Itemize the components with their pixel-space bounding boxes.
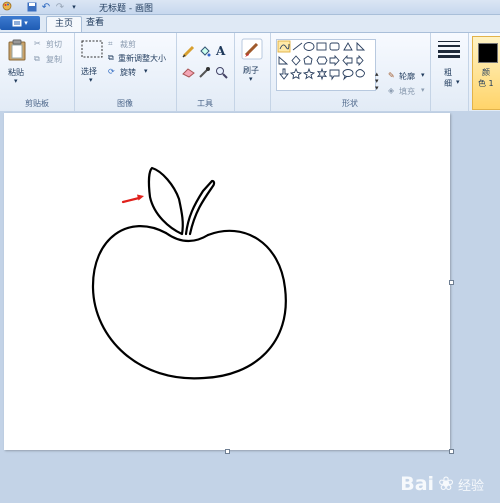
fill-dropdown-icon: ▾ bbox=[421, 86, 425, 94]
resize-handle-bottom[interactable] bbox=[225, 449, 230, 454]
rotate-dropdown-icon: ▾ bbox=[144, 67, 148, 75]
pencil-icon[interactable] bbox=[182, 45, 195, 58]
resize-handle-right[interactable] bbox=[449, 280, 454, 285]
resize-button[interactable]: ⧉ 重新调整大小 bbox=[108, 53, 174, 65]
magnifier-icon[interactable] bbox=[215, 66, 228, 79]
fill-label: 填充 bbox=[399, 87, 415, 96]
apple-drawing bbox=[91, 166, 287, 380]
shapes-scroll[interactable]: ▴ ▾ ▾ bbox=[375, 71, 383, 95]
paint-menu-button[interactable]: ▾ bbox=[0, 16, 40, 30]
save-icon[interactable] bbox=[26, 1, 38, 13]
chevron-down-icon: ▾ bbox=[24, 19, 28, 27]
outline-brush-icon: ✎ bbox=[388, 71, 395, 80]
title-bar: ↶ ↷ ▾ 无标题 - 画图 bbox=[0, 0, 500, 15]
color1-swatch bbox=[478, 43, 498, 63]
color-picker-icon[interactable] bbox=[198, 66, 211, 79]
eraser-icon[interactable] bbox=[182, 67, 195, 78]
size-label-line2: 细 bbox=[444, 79, 452, 88]
paintbrush-icon bbox=[241, 38, 263, 60]
tab-view[interactable]: 查看 bbox=[78, 16, 112, 32]
copy-icon: ⧉ bbox=[34, 54, 40, 63]
outline-dropdown-icon: ▾ bbox=[421, 71, 425, 79]
red-arrow-annotation bbox=[121, 194, 144, 204]
customize-toolbar-icon[interactable]: ▾ bbox=[68, 1, 80, 13]
fill-button[interactable]: ◈ 填充 ▾ bbox=[388, 86, 430, 98]
fill-bucket-small-icon: ◈ bbox=[388, 86, 395, 95]
color1-label-line1: 颜 bbox=[482, 68, 490, 77]
outline-button[interactable]: ✎ 轮廓 ▾ bbox=[388, 71, 430, 83]
select-rectangle-icon bbox=[81, 40, 103, 58]
rotate-label: 旋转 bbox=[120, 68, 136, 77]
paw-icon: ❀ bbox=[438, 473, 454, 495]
cut-button[interactable]: ✂ 剪切 bbox=[34, 39, 70, 51]
clipboard-icon bbox=[8, 39, 26, 61]
cut-label: 剪切 bbox=[46, 40, 62, 49]
color1-button[interactable]: 颜 色 1 bbox=[472, 36, 500, 110]
drawing-canvas[interactable] bbox=[4, 113, 450, 450]
size-group: 粗 细 ▾ bbox=[430, 33, 469, 111]
crop-button[interactable]: ⌗ 裁剪 bbox=[108, 39, 172, 51]
rotate-button[interactable]: ⟳ 旋转 ▾ bbox=[108, 67, 172, 79]
select-button[interactable]: 选择 ▾ bbox=[78, 37, 106, 87]
paste-button[interactable]: 粘贴 ▾ bbox=[4, 37, 30, 87]
size-dropdown-icon: ▾ bbox=[456, 78, 460, 86]
size-button[interactable]: 粗 细 ▾ bbox=[434, 37, 464, 99]
brushes-group: 刷子 ▾ bbox=[234, 33, 271, 111]
shapes-gallery-icons bbox=[277, 40, 366, 81]
brushes-dropdown-icon: ▾ bbox=[249, 75, 253, 83]
size-label-line1: 粗 bbox=[444, 68, 452, 77]
line-width-icon bbox=[438, 41, 460, 58]
scissors-icon: ✂ bbox=[34, 39, 41, 48]
clipboard-group: 粘贴 ▾ ✂ 剪切 ⧉ 复制 剪贴板 bbox=[0, 33, 75, 111]
color1-label-line2: 色 1 bbox=[478, 79, 494, 88]
paste-dropdown-icon: ▾ bbox=[14, 77, 18, 85]
shapes-group-label: 形状 bbox=[342, 99, 358, 108]
brushes-button[interactable]: 刷子 ▾ bbox=[237, 36, 267, 94]
baidu-watermark: Bai ❀ 经验 bbox=[400, 473, 484, 495]
copy-button[interactable]: ⧉ 复制 bbox=[34, 54, 70, 66]
tab-home[interactable]: 主页 bbox=[46, 16, 83, 33]
paint-app-icon[interactable] bbox=[2, 1, 12, 11]
tools-group-label: 工具 bbox=[197, 99, 213, 108]
copy-label: 复制 bbox=[46, 55, 62, 64]
clipboard-group-label: 剪贴板 bbox=[25, 99, 49, 108]
crop-label: 裁剪 bbox=[120, 40, 136, 49]
image-group: 选择 ▾ ⌗ 裁剪 ⧉ 重新调整大小 ⟳ 旋转 ▾ 图像 bbox=[74, 33, 177, 111]
watermark-text: Bai bbox=[400, 473, 435, 495]
crop-icon: ⌗ bbox=[108, 39, 113, 48]
image-group-label: 图像 bbox=[117, 99, 133, 108]
tools-group: A 工具 bbox=[176, 33, 235, 111]
redo-icon[interactable]: ↷ bbox=[54, 1, 66, 13]
ribbon: 粘贴 ▾ ✂ 剪切 ⧉ 复制 剪贴板 选择 ▾ ⌗ 裁剪 ⧉ 重新调整大小 ⟳ … bbox=[0, 32, 500, 112]
select-dropdown-icon: ▾ bbox=[89, 76, 93, 84]
gallery-expand-icon[interactable]: ▾ bbox=[375, 85, 383, 92]
undo-icon[interactable]: ↶ bbox=[40, 1, 52, 13]
resize-icon: ⧉ bbox=[108, 53, 114, 62]
resize-label: 重新调整大小 bbox=[118, 54, 166, 63]
ribbon-tabs: ▾ 主页 查看 bbox=[0, 15, 500, 33]
resize-handle-corner[interactable] bbox=[449, 449, 454, 454]
outline-label: 轮廓 bbox=[399, 72, 415, 81]
menu-page-icon bbox=[12, 19, 22, 27]
rotate-icon: ⟳ bbox=[108, 67, 115, 76]
text-tool-icon[interactable]: A bbox=[216, 44, 225, 58]
window-title: 无标题 - 画图 bbox=[99, 4, 153, 14]
shapes-gallery[interactable] bbox=[276, 39, 376, 91]
watermark-suffix: 经验 bbox=[457, 478, 484, 494]
fill-bucket-icon[interactable] bbox=[198, 45, 211, 58]
canvas-workspace: Bai ❀ 经验 bbox=[0, 111, 500, 503]
